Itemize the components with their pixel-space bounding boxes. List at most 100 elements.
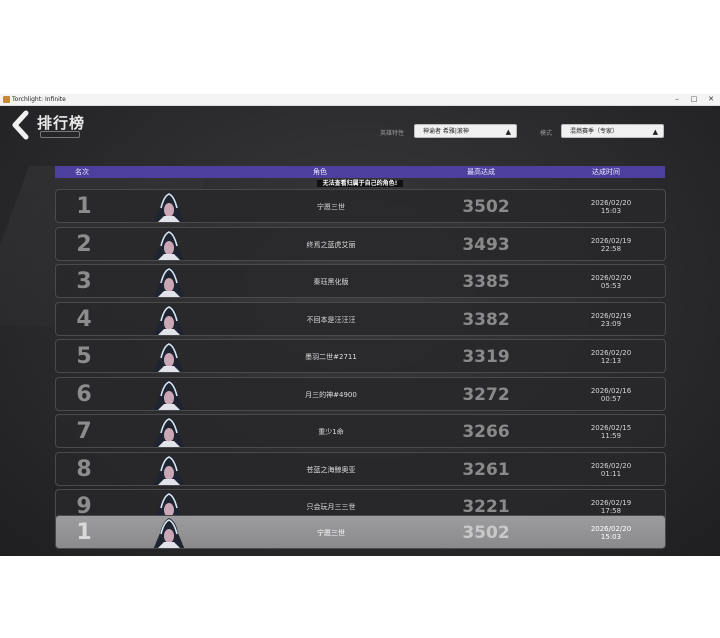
achieve-clock: 00:57 <box>600 394 622 403</box>
leaderboard-row[interactable]: 1 宁愿三世 3502 2026/02/20 15:03 <box>55 189 666 223</box>
achieve-time: 2026/02/20 15:03 <box>566 525 656 541</box>
achieve-time: 2026/02/20 01:11 <box>566 462 656 478</box>
achieve-date: 2026/02/15 <box>590 424 632 432</box>
leaderboard-row[interactable]: 5 墨羽二世#2711 3319 2026/02/20 12:13 <box>55 339 666 373</box>
hooded-avatar-icon <box>153 342 185 372</box>
achieve-date: 2026/02/19 <box>590 236 632 245</box>
player-score: 3272 <box>462 384 510 405</box>
hooded-avatar-icon <box>153 192 185 222</box>
player-name: 宁愿三世 <box>317 203 345 211</box>
mode-select-value: 混燃赛季（专家） <box>570 128 619 135</box>
achieve-date: 2026/02/20 <box>590 525 632 533</box>
player-name: 秦珏黑化版 <box>313 278 349 286</box>
leaderboard-row[interactable]: 2 终焉之蓝虎艾丽 3493 2026/02/19 22:58 <box>55 226 666 261</box>
back-arrow-icon[interactable] <box>8 110 36 140</box>
player-score: 3493 <box>462 234 510 255</box>
window-titlebar: Torchlight: Infinite – □ ✕ <box>0 94 720 106</box>
rank-number: 5 <box>76 344 92 369</box>
achieve-clock: 17:58 <box>600 507 622 515</box>
achieve-date: 2026/02/20 <box>590 274 632 282</box>
hooded-avatar-icon <box>153 267 185 297</box>
player-score: 3385 <box>462 272 510 292</box>
hooded-avatar-icon <box>153 304 185 335</box>
achieve-time: 2026/02/19 23:09 <box>566 312 656 328</box>
achieve-clock: 05:53 <box>600 282 622 290</box>
leaderboard-row[interactable]: 3 秦珏黑化版 3385 2026/02/20 05:53 <box>55 264 666 298</box>
hero-filter-label: 英雄特性 <box>380 130 405 137</box>
hero-select-value: 神谕者 希雅|滚神 <box>423 128 469 135</box>
achieve-date: 2026/02/20 <box>590 199 632 207</box>
achieve-time: 2026/02/19 17:58 <box>566 499 656 515</box>
maximize-button[interactable]: □ <box>687 94 701 105</box>
notice-text: 无法查看归属于自己的角色! <box>316 180 404 187</box>
rank-number: 8 <box>76 456 92 482</box>
leaderboard-row[interactable]: 7 重少1命 3266 2026/02/15 11:59 <box>55 414 666 448</box>
hooded-avatar-icon <box>153 417 185 447</box>
notice-banner: 无法查看归属于自己的角色! <box>0 178 720 187</box>
player-name: 墨羽二世#2711 <box>305 353 357 361</box>
player-name: 终焉之蓝虎艾丽 <box>306 240 356 249</box>
achieve-date: 2026/02/16 <box>590 386 632 395</box>
achieve-clock: 22:58 <box>600 244 622 253</box>
player-score: 3502 <box>462 523 510 543</box>
rank-number: 1 <box>76 194 92 219</box>
achieve-time: 2026/02/19 22:58 <box>566 237 656 253</box>
achieve-time: 2026/02/15 11:59 <box>566 424 656 440</box>
achieve-time: 2026/02/16 00:57 <box>566 387 656 403</box>
player-name: 苍蓝之海鲸奥亚 <box>306 465 356 474</box>
header-time: 达成时间 <box>592 168 620 176</box>
app-icon <box>3 96 10 103</box>
achieve-date: 2026/02/19 <box>590 311 632 320</box>
achieve-time: 2026/02/20 05:53 <box>566 274 656 290</box>
player-name: 宁愿三世 <box>317 529 345 537</box>
achieve-clock: 15:03 <box>600 533 622 541</box>
achieve-clock: 23:09 <box>600 319 622 328</box>
mode-select[interactable]: 混燃赛季（专家） ▲ <box>561 124 664 138</box>
table-header: 名次 角色 最高达成 达成时间 <box>55 166 665 178</box>
rank-number: 4 <box>76 306 92 332</box>
header-role: 角色 <box>313 168 327 176</box>
rank-number: 3 <box>76 269 92 294</box>
rank-number: 2 <box>76 231 92 257</box>
rank-number: 6 <box>76 381 92 407</box>
caret-up-icon: ▲ <box>505 128 511 136</box>
mode-filter-label: 模式 <box>540 130 553 137</box>
achieve-clock: 11:59 <box>600 432 622 440</box>
header-score: 最高达成 <box>467 168 495 176</box>
game-window: Torchlight: Infinite – □ ✕ 排行榜 英雄特性 神谕者 … <box>0 94 720 556</box>
player-score: 3502 <box>462 197 510 217</box>
close-button[interactable]: ✕ <box>704 94 718 105</box>
window-title: Torchlight: Infinite <box>12 96 66 103</box>
achieve-time: 2026/02/20 12:13 <box>566 349 656 365</box>
hooded-avatar-icon <box>153 454 185 485</box>
rank-number: 7 <box>76 419 92 444</box>
player-score: 3319 <box>462 347 510 367</box>
hooded-avatar-icon <box>153 518 185 548</box>
minimize-button[interactable]: – <box>670 94 684 105</box>
player-score: 3266 <box>462 422 510 442</box>
player-name: 重少1命 <box>318 428 344 436</box>
leaderboard-row[interactable]: 6 月三的神#4900 3272 2026/02/16 00:57 <box>55 376 666 411</box>
achieve-clock: 15:03 <box>600 207 622 215</box>
rank-number: 1 <box>76 520 92 545</box>
player-name: 月三的神#4900 <box>305 390 357 399</box>
header-rank: 名次 <box>75 168 89 176</box>
hooded-avatar-icon <box>153 229 185 260</box>
achieve-clock: 01:11 <box>600 469 622 478</box>
achieve-date: 2026/02/20 <box>590 349 632 357</box>
achieve-date: 2026/02/19 <box>590 499 632 507</box>
hooded-avatar-icon <box>153 379 185 410</box>
title-ornament <box>40 131 80 138</box>
leaderboard-row[interactable]: 8 苍蓝之海鲸奥亚 3261 2026/02/20 01:11 <box>55 451 666 486</box>
page-title: 排行榜 <box>37 114 86 132</box>
caret-up-icon: ▲ <box>652 128 658 136</box>
leaderboard-screen: 排行榜 英雄特性 神谕者 希雅|滚神 ▲ 模式 混燃赛季（专家） ▲ 名次 角色… <box>0 106 720 556</box>
leaderboard-row[interactable]: 4 不回本是汪汪汪 3382 2026/02/19 23:09 <box>55 301 666 336</box>
hero-select[interactable]: 神谕者 希雅|滚神 ▲ <box>414 124 517 138</box>
player-score: 3261 <box>462 459 510 480</box>
achieve-time: 2026/02/20 15:03 <box>566 199 656 215</box>
achieve-clock: 12:13 <box>600 357 622 365</box>
player-score: 3382 <box>462 309 510 330</box>
self-rank-row[interactable]: 1 宁愿三世 3502 2026/02/20 15:03 <box>55 515 666 549</box>
achieve-date: 2026/02/20 <box>590 461 632 470</box>
